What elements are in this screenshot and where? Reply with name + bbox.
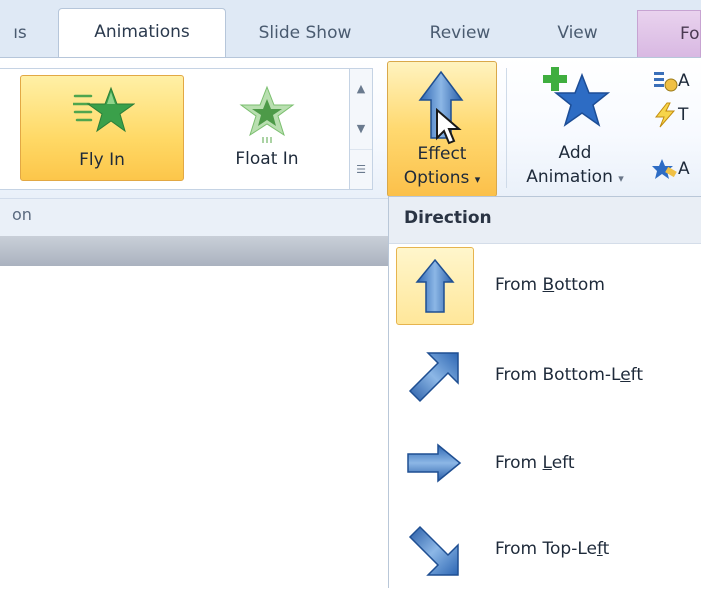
ribbon-group-label-bar: [0, 198, 388, 237]
animation-group-label: on: [12, 205, 32, 224]
gallery-item-float-in[interactable]: Float In: [186, 75, 348, 179]
menu-item-from-top-left[interactable]: From Top-Left: [392, 507, 701, 591]
menu-item-from-bottom-left[interactable]: From Bottom-Left: [392, 333, 701, 417]
menu-item-icon-frame: [396, 247, 474, 325]
menu-item-label: From Bottom-Left: [495, 365, 644, 385]
effect-options-label-line2: Options ▾: [403, 168, 481, 188]
tab-view[interactable]: View: [530, 10, 625, 56]
add-animation-label-line2: Animation ▾: [526, 167, 624, 187]
dropdown-arrow-icon: ▾: [474, 173, 481, 186]
animation-painter-icon: [652, 159, 677, 179]
gallery-item-fly-in[interactable]: Fly In: [20, 75, 184, 181]
gallery-more-button[interactable]: ☰: [350, 149, 372, 190]
tab-transitions[interactable]: ıs: [0, 10, 40, 56]
lightning-icon: [654, 102, 676, 128]
arrow-up-right-icon: [408, 352, 459, 403]
tab-slide-show[interactable]: Slide Show: [230, 10, 380, 56]
gallery-scroll-down-button[interactable]: ▼: [350, 109, 372, 149]
direction-heading: Direction: [404, 208, 492, 228]
gallery-item-label: Float In: [235, 149, 299, 169]
effect-options-label-line1: Effect: [417, 144, 467, 164]
menu-item-label: From Left: [495, 453, 575, 473]
tab-animations[interactable]: Animations: [58, 8, 226, 59]
animation-pane-icon: [654, 72, 678, 92]
add-animation-button[interactable]: Add Animation ▾: [512, 61, 638, 195]
menu-item-icon-frame: [396, 425, 472, 501]
fly-in-star-icon: [73, 86, 135, 133]
slide-area-top-strip: [0, 236, 388, 266]
gallery-scroll-up-button[interactable]: ▲: [350, 69, 372, 109]
dropdown-arrow-icon: ▾: [618, 172, 624, 185]
menu-item-from-bottom[interactable]: From Bottom: [392, 243, 701, 327]
arrow-right-icon: [407, 443, 462, 483]
tab-review[interactable]: Review: [395, 10, 525, 56]
menu-item-label: From Top-Left: [495, 539, 610, 559]
arrow-down-right-icon: [408, 525, 459, 576]
animation-gallery: Fly In Float In: [0, 68, 350, 190]
animation-painter-command[interactable]: A: [652, 154, 690, 184]
trigger-command[interactable]: T: [652, 100, 688, 130]
menu-item-label: From Bottom: [495, 275, 605, 295]
menu-item-from-left[interactable]: From Left: [392, 421, 701, 505]
effect-options-button[interactable]: Effect Options ▾: [387, 61, 497, 197]
ribbon-separator: [506, 68, 507, 188]
gallery-scrollbar: ▲ ▼ ☰: [349, 68, 373, 190]
gallery-item-label: Fly In: [79, 150, 125, 170]
float-in-star-icon: [239, 85, 295, 143]
add-star-icon: [543, 67, 611, 127]
menu-item-icon-frame: [396, 337, 472, 413]
animation-pane-command[interactable]: A: [652, 66, 690, 96]
add-animation-label-line1: Add: [558, 143, 592, 163]
arrow-up-icon: [415, 258, 455, 313]
menu-item-icon-frame: [396, 511, 472, 587]
tab-format[interactable]: Fo: [637, 10, 701, 58]
